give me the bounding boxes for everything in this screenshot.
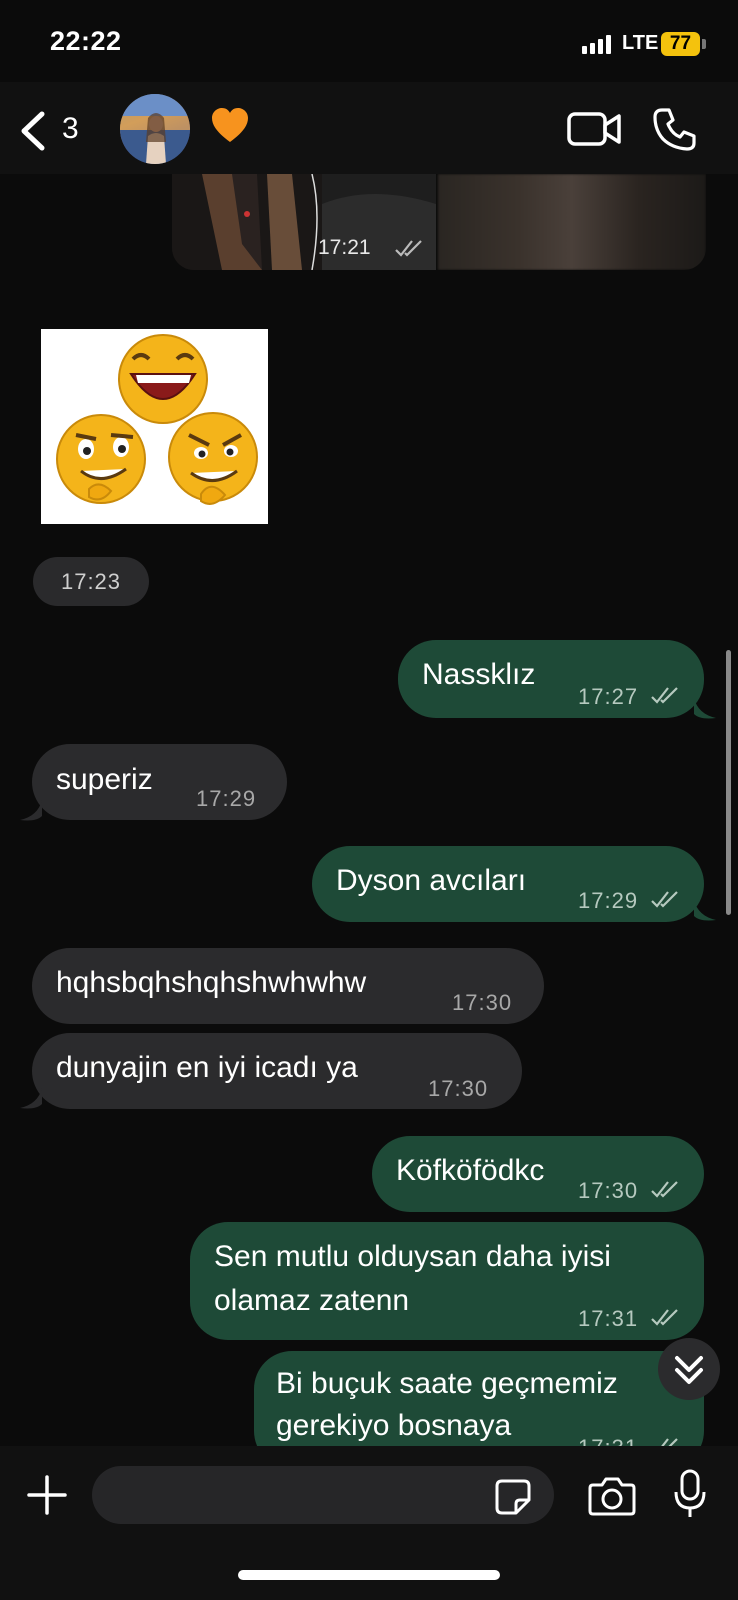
signal-strength-icon	[582, 34, 611, 54]
scroll-indicator[interactable]	[726, 650, 731, 915]
message-time: 17:30	[578, 1178, 639, 1203]
message-bubble-outgoing[interactable]: Sen mutlu olduysan daha iyisi olamaz zat…	[190, 1222, 704, 1340]
bubble-tail	[20, 800, 42, 821]
photo-thumbnail-blurred[interactable]	[438, 174, 706, 270]
battery-icon: 77	[661, 32, 700, 56]
laughing-emoji-sticker[interactable]	[41, 329, 268, 524]
battery-tip	[702, 39, 706, 49]
double-check-icon	[651, 687, 678, 704]
avatar[interactable]	[120, 94, 190, 164]
time-chip: 17:23	[33, 557, 149, 606]
home-indicator[interactable]	[238, 1570, 500, 1580]
unread-count[interactable]: 3	[62, 112, 79, 146]
camera-icon[interactable]	[588, 1473, 636, 1517]
message-time: 17:30	[428, 1076, 489, 1101]
message-bubble-incoming[interactable]: superiz 17:29	[32, 744, 287, 820]
message-bubble-outgoing[interactable]: Dyson avcıları 17:29	[312, 846, 704, 922]
message-text-line-1: Sen mutlu olduysan daha iyisi	[214, 1240, 611, 1273]
back-chevron-icon[interactable]	[14, 108, 54, 154]
sticker-icon[interactable]	[494, 1478, 532, 1516]
message-text: dunyajin en iyi icadı ya	[56, 1051, 358, 1084]
message-bubble-incoming[interactable]: hqhsbqhshqhshwhwhw 17:30	[32, 948, 544, 1024]
double-check-icon	[651, 1309, 678, 1326]
chat-header	[0, 82, 738, 174]
message-text: Dyson avcıları	[336, 864, 527, 897]
scroll-to-bottom-button[interactable]	[658, 1338, 720, 1400]
message-bubble-outgoing[interactable]: Nassklız 17:27	[398, 640, 704, 718]
message-time: 17:21	[318, 236, 371, 259]
video-call-icon[interactable]	[566, 108, 622, 150]
message-text-line-2: olamaz zatenn	[214, 1284, 410, 1317]
message-text-line-1: Bi buçuk saate geçmemiz	[276, 1367, 618, 1400]
message-text: superiz	[56, 763, 153, 796]
orange-heart-icon	[212, 108, 248, 142]
double-check-icon	[395, 240, 422, 257]
microphone-icon[interactable]	[672, 1468, 708, 1520]
message-text: Köfköfödkc	[396, 1154, 545, 1187]
bubble-tail	[694, 900, 716, 921]
message-time: 17:31	[578, 1306, 639, 1331]
message-bubble-outgoing[interactable]: Köfköfödkc 17:30	[372, 1136, 704, 1212]
message-text: Nassklız	[422, 658, 536, 691]
phone-call-icon[interactable]	[652, 106, 698, 152]
network-type: LTE	[622, 32, 659, 54]
message-bubble-incoming[interactable]: dunyajin en iyi icadı ya 17:30	[32, 1033, 522, 1109]
double-check-icon	[651, 1181, 678, 1198]
message-time: 17:27	[578, 684, 639, 709]
status-time: 22:22	[50, 26, 122, 56]
message-input[interactable]	[92, 1466, 554, 1524]
message-text: hqhsbqhshqhshwhwhw	[56, 966, 367, 999]
message-time: 17:30	[452, 990, 513, 1015]
message-time: 17:29	[578, 888, 639, 913]
double-check-icon	[651, 891, 678, 908]
bubble-tail	[694, 698, 716, 719]
bubble-tail	[20, 1088, 42, 1109]
message-text-line-2: gerekiyo bosnaya	[276, 1409, 512, 1442]
double-chevron-down-icon	[675, 1356, 703, 1384]
photo-message[interactable]	[172, 174, 706, 270]
message-time: 17:29	[196, 786, 257, 811]
plus-icon[interactable]	[26, 1474, 68, 1516]
